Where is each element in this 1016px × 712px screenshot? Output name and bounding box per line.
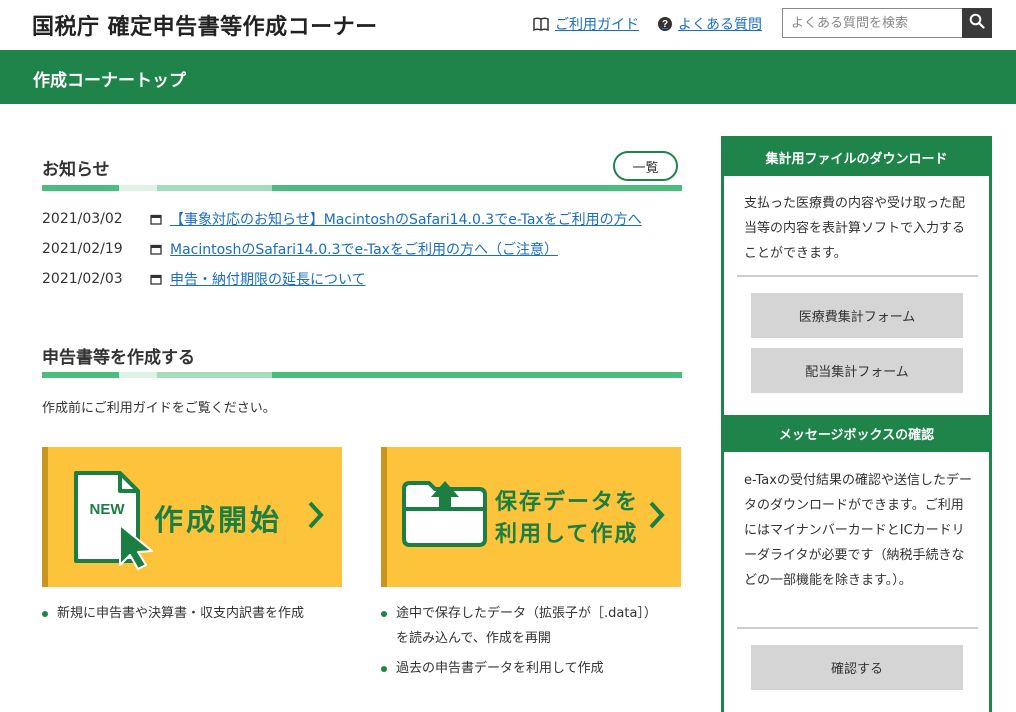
list-item: 新規に申告書や決算書・収支内訳書を作成 xyxy=(42,601,304,626)
site-title: 国税庁 確定申告書等作成コーナー xyxy=(32,15,378,40)
download-description: 支払った医療費の内容や受け取った配当等の内容を表計算ソフトで入力することができま… xyxy=(744,196,966,261)
start-new-label: 作成開始 xyxy=(154,503,283,537)
question-icon: ? xyxy=(658,17,672,31)
new-badge: NEW xyxy=(90,501,126,518)
page-title: 作成コーナートップ xyxy=(33,71,186,91)
create-divider xyxy=(42,372,682,378)
messagebox-description: e-Taxの受付結果の確認や送信したデータのダウンロードができます。ご利用にはマ… xyxy=(744,473,972,588)
start-new-bullets: 新規に申告書や決算書・収支内訳書を作成 xyxy=(42,601,304,626)
guide-link[interactable]: ご利用ガイド xyxy=(533,14,639,34)
site-header: 国税庁 確定申告書等作成コーナー ご利用ガイド ? よくある質問 xyxy=(0,0,1016,50)
divider xyxy=(737,275,978,277)
news-date: 2021/02/03 xyxy=(42,271,123,287)
search-icon xyxy=(969,13,985,33)
list-item: 途中で保存したデータ（拡張子が［.data］） を読み込んで、作成を再開 xyxy=(381,601,657,651)
news-item: 2021/02/03 申告・納付期限の延長について xyxy=(42,269,366,289)
window-icon xyxy=(150,273,170,285)
check-messagebox-button[interactable]: 確認する xyxy=(751,645,963,690)
create-section-title: 申告書等を作成する xyxy=(42,348,195,368)
use-saved-data-label: 保存データを 利用して作成 xyxy=(495,487,639,551)
faq-link[interactable]: ? よくある質問 xyxy=(658,14,762,34)
use-saved-label-line1: 保存データを xyxy=(495,490,640,515)
news-date: 2021/02/19 xyxy=(42,241,123,257)
news-link[interactable]: 申告・納付期限の延長について xyxy=(170,269,366,289)
chevron-right-icon xyxy=(647,497,667,537)
download-section-title: 集計用ファイルのダウンロード xyxy=(724,139,989,176)
divider xyxy=(737,627,978,629)
list-item-line2: を読み込んで、作成を再開 xyxy=(396,631,551,646)
page-title-bar: 作成コーナートップ xyxy=(0,50,1016,104)
search-box xyxy=(782,8,992,38)
news-item: 2021/03/02 【事象対応のお知らせ】MacintoshのSafari14… xyxy=(42,209,642,229)
news-list-button[interactable]: 一覧 xyxy=(613,151,678,181)
list-item-line1: 途中で保存したデータ（拡張子が［.data］） xyxy=(396,606,657,621)
new-document-icon: NEW xyxy=(68,469,168,575)
chevron-right-icon xyxy=(306,497,326,537)
faq-link-label: よくある質問 xyxy=(678,17,762,33)
window-icon xyxy=(150,213,170,225)
search-button[interactable] xyxy=(962,8,992,38)
guide-note: 作成前にご利用ガイドをご覧ください。 xyxy=(42,401,276,416)
use-saved-label-line2: 利用して作成 xyxy=(495,522,639,547)
book-icon xyxy=(533,17,549,31)
use-saved-data-card[interactable]: 保存データを 利用して作成 xyxy=(381,447,681,587)
news-item: 2021/02/19 MacintoshのSafari14.0.3でe-Taxを… xyxy=(42,239,558,259)
news-link[interactable]: MacintoshのSafari14.0.3でe-Taxをご利用の方へ（ご注意） xyxy=(170,239,558,259)
folder-upload-icon xyxy=(399,475,491,555)
use-saved-bullets: 途中で保存したデータ（拡張子が［.data］） を読み込んで、作成を再開 過去の… xyxy=(381,601,657,681)
window-icon xyxy=(150,243,170,255)
guide-link-label: ご利用ガイド xyxy=(555,17,639,33)
start-new-card[interactable]: NEW 作成開始 xyxy=(42,447,342,587)
news-section-title: お知らせ xyxy=(42,160,110,180)
list-item: 過去の申告書データを利用して作成 xyxy=(381,656,657,681)
search-input[interactable] xyxy=(782,8,962,38)
news-link[interactable]: 【事象対応のお知らせ】MacintoshのSafari14.0.3でe-Taxを… xyxy=(170,209,642,229)
sidebar: 集計用ファイルのダウンロード 支払った医療費の内容や受け取った配当等の内容を表計… xyxy=(721,136,992,712)
news-divider xyxy=(42,185,682,191)
dividend-form-button[interactable]: 配当集計フォーム xyxy=(751,348,963,393)
news-date: 2021/03/02 xyxy=(42,211,123,227)
messagebox-section-title: メッセージボックスの確認 xyxy=(724,415,989,452)
medical-form-button[interactable]: 医療費集計フォーム xyxy=(751,293,963,338)
